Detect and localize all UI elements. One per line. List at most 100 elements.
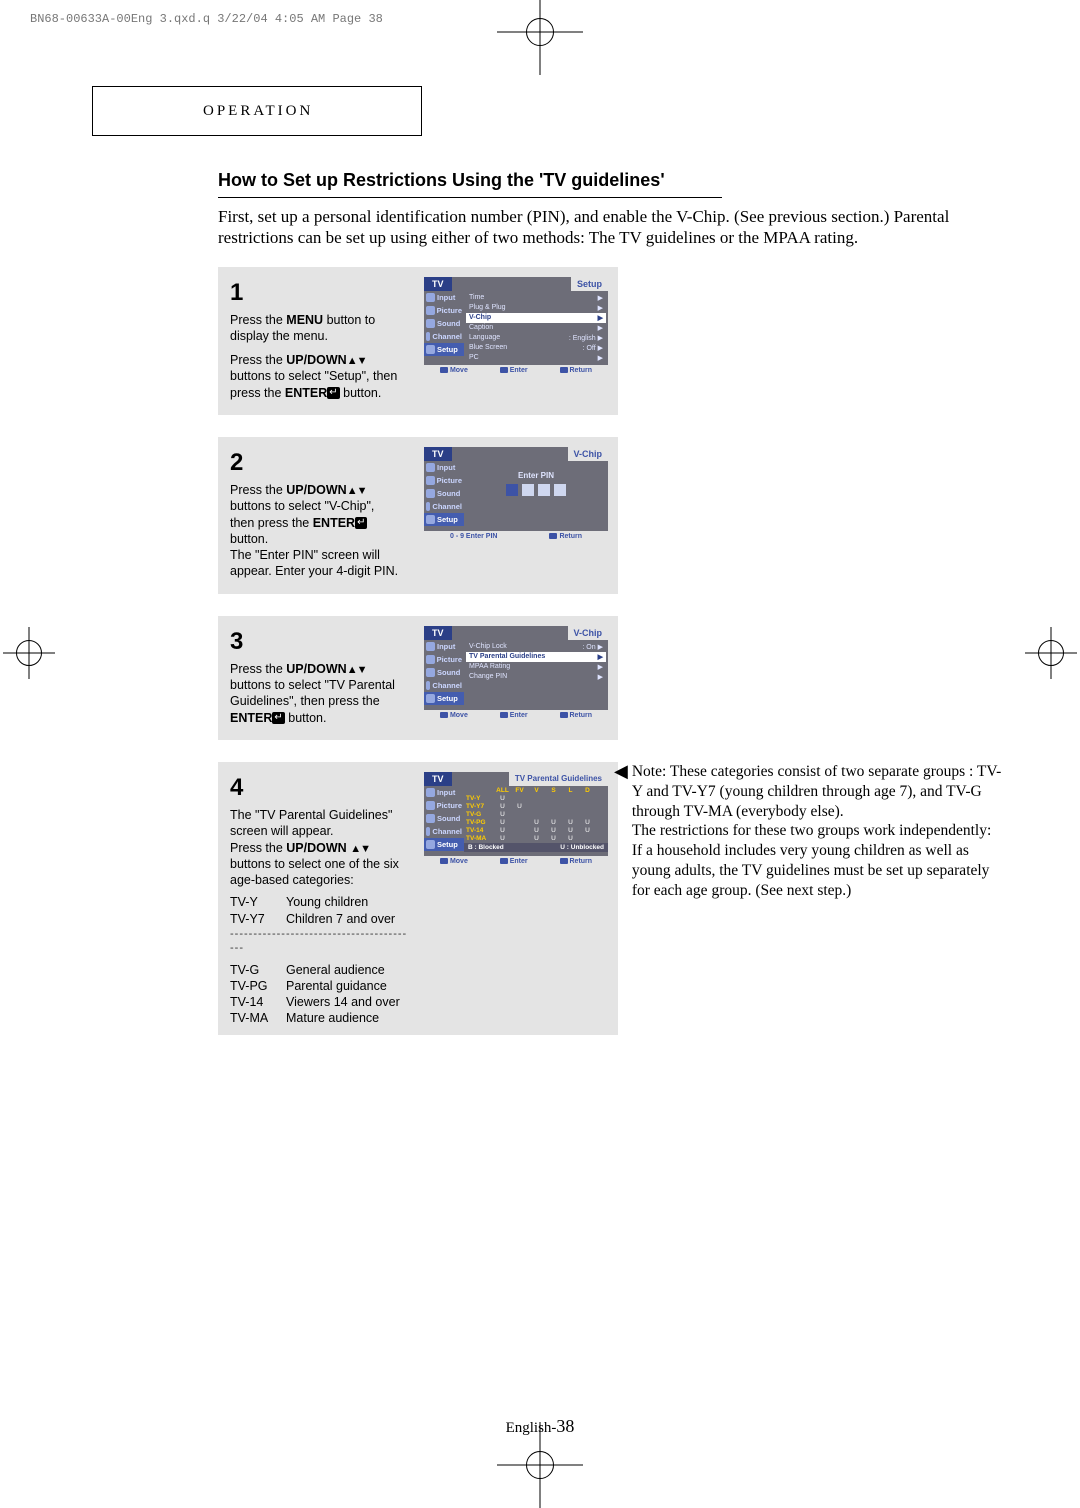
step-1-text: 1 Press the MENU button to display the m… — [230, 277, 402, 401]
step-2-block: 2 Press the UP/DOWN▲▼ buttons to select … — [218, 437, 618, 594]
osd-screenshot-1: TV Setup Input Picture Sound Channel Set… — [424, 277, 608, 401]
input-icon — [426, 463, 435, 472]
step-4-block: 4 The "TV Parental Guidelines" screen wi… — [218, 762, 618, 1035]
text: buttons to select "TV Parental Guideline… — [230, 678, 395, 708]
setup-icon — [426, 345, 435, 354]
side-sound: Sound — [437, 668, 460, 677]
updown-icon: ▲▼ — [347, 355, 367, 367]
osd-footer-1: Move Enter Return — [424, 365, 608, 376]
footer-move: Move — [450, 367, 468, 374]
move-icon — [440, 858, 448, 864]
osd-footer-3: Move Enter Return — [424, 710, 608, 721]
footer-return: Return — [570, 858, 593, 865]
setup-icon — [426, 694, 435, 703]
osd-title: Setup — [571, 277, 608, 291]
side-channel: Channel — [432, 502, 462, 511]
menu-label: MENU — [286, 313, 323, 327]
sound-icon — [426, 319, 435, 328]
enter-label: ENTER — [230, 711, 272, 725]
footer-move: Move — [450, 858, 468, 865]
updown-label: UP/DOWN — [286, 841, 346, 855]
registration-mark-right — [1038, 640, 1064, 666]
step-1-block: 1 Press the MENU button to display the m… — [218, 267, 618, 415]
guideline-row: TV-GU — [464, 811, 608, 819]
osd-tv-tab: TV — [424, 772, 452, 786]
enter-icon: ↵ — [355, 517, 367, 529]
enter-label: ENTER — [285, 386, 327, 400]
osd-main-1: Time ▶Plug & Plug ▶V-Chip ▶Caption ▶Lang… — [464, 291, 608, 365]
osd-tv-tab: TV — [424, 626, 452, 640]
side-input: Input — [437, 463, 455, 472]
input-icon — [426, 788, 435, 797]
osd-menu-row: Time ▶ — [466, 293, 606, 303]
return-icon — [560, 858, 568, 864]
side-channel: Channel — [432, 827, 462, 836]
note-block: ◀ Note: These categories consist of two … — [614, 762, 1004, 901]
channel-icon — [426, 681, 430, 690]
side-input: Input — [437, 788, 455, 797]
enter-icon: ↵ — [327, 387, 339, 399]
osd-menu-row: TV Parental Guidelines ▶ — [466, 652, 606, 662]
osd-menu-row: MPAA Rating ▶ — [466, 662, 606, 672]
step-2-text: 2 Press the UP/DOWN▲▼ buttons to select … — [230, 447, 402, 580]
osd-menu-row: V-Chip Lock: On ▶ — [466, 642, 606, 652]
osd-main-2: Enter PIN — [464, 461, 608, 531]
osd-screenshot-2: TV V-Chip Input Picture Sound Channel Se… — [424, 447, 608, 580]
step-3-text: 3 Press the UP/DOWN▲▼ buttons to select … — [230, 626, 402, 726]
intro-paragraph: First, set up a personal identification … — [218, 206, 988, 249]
document-header: BN68-00633A-00Eng 3.qxd.q 3/22/04 4:05 A… — [30, 12, 383, 26]
input-icon — [426, 642, 435, 651]
setup-icon — [426, 515, 435, 524]
updown-icon: ▲▼ — [347, 485, 367, 497]
move-icon — [440, 367, 448, 373]
footer-label: English- — [506, 1420, 557, 1436]
category-divider: ----------------------------------------… — [230, 927, 410, 956]
text: Press the — [230, 662, 286, 676]
footer-return: Return — [559, 533, 582, 540]
enter-key-icon — [500, 712, 508, 718]
osd-main-4: ALLFVVSLD TV-YUTV-Y7UUTV-GUTV-PGUUUUUTV-… — [464, 786, 608, 856]
pin-digit-1 — [506, 484, 518, 496]
side-sound: Sound — [437, 319, 460, 328]
updown-label: UP/DOWN — [286, 662, 346, 676]
input-icon — [426, 293, 435, 302]
page-heading: How to Set up Restrictions Using the 'TV… — [218, 170, 1018, 191]
osd-footer-2: 0 - 9 Enter PIN Return — [424, 531, 608, 542]
footer-enter: Enter — [510, 712, 528, 719]
side-channel: Channel — [432, 681, 462, 690]
category-row: TV-MAMature audience — [230, 1010, 410, 1026]
picture-icon — [426, 476, 435, 485]
channel-icon — [426, 827, 430, 836]
pin-digit-3 — [538, 484, 550, 496]
registration-mark-top — [526, 18, 554, 46]
step-2-number: 2 — [230, 447, 402, 478]
step-1-number: 1 — [230, 277, 402, 308]
category-row: TV-PGParental guidance — [230, 978, 410, 994]
text: buttons to select one of the six age-bas… — [230, 857, 399, 887]
step-3-block: 3 Press the UP/DOWN▲▼ buttons to select … — [218, 616, 618, 740]
updown-icon: ▲▼ — [347, 664, 367, 676]
osd-screenshot-3: TV V-Chip Input Picture Sound Channel Se… — [424, 626, 608, 726]
updown-icon: ▲▼ — [350, 843, 370, 855]
side-picture: Picture — [437, 306, 462, 315]
osd-footer-4: Move Enter Return — [424, 856, 608, 867]
text: Press the — [230, 353, 286, 367]
picture-icon — [426, 801, 435, 810]
osd-tv-tab: TV — [424, 277, 452, 291]
page-number: 38 — [556, 1416, 574, 1436]
footer-move: Move — [450, 712, 468, 719]
pin-entry — [464, 484, 608, 496]
osd-title: V-Chip — [568, 447, 609, 461]
side-setup: Setup — [437, 840, 458, 849]
return-icon — [560, 367, 568, 373]
side-input: Input — [437, 642, 455, 651]
content-area: How to Set up Restrictions Using the 'TV… — [218, 170, 1018, 1057]
osd-menu-row: Plug & Plug ▶ — [466, 303, 606, 313]
footer-hint: 0 - 9 Enter PIN — [450, 533, 497, 540]
enter-key-icon — [500, 367, 508, 373]
side-sound: Sound — [437, 814, 460, 823]
pin-digit-2 — [522, 484, 534, 496]
footer-return: Return — [570, 367, 593, 374]
step-4-number: 4 — [230, 772, 410, 803]
osd-side-menu: Input Picture Sound Channel Setup — [424, 461, 464, 531]
